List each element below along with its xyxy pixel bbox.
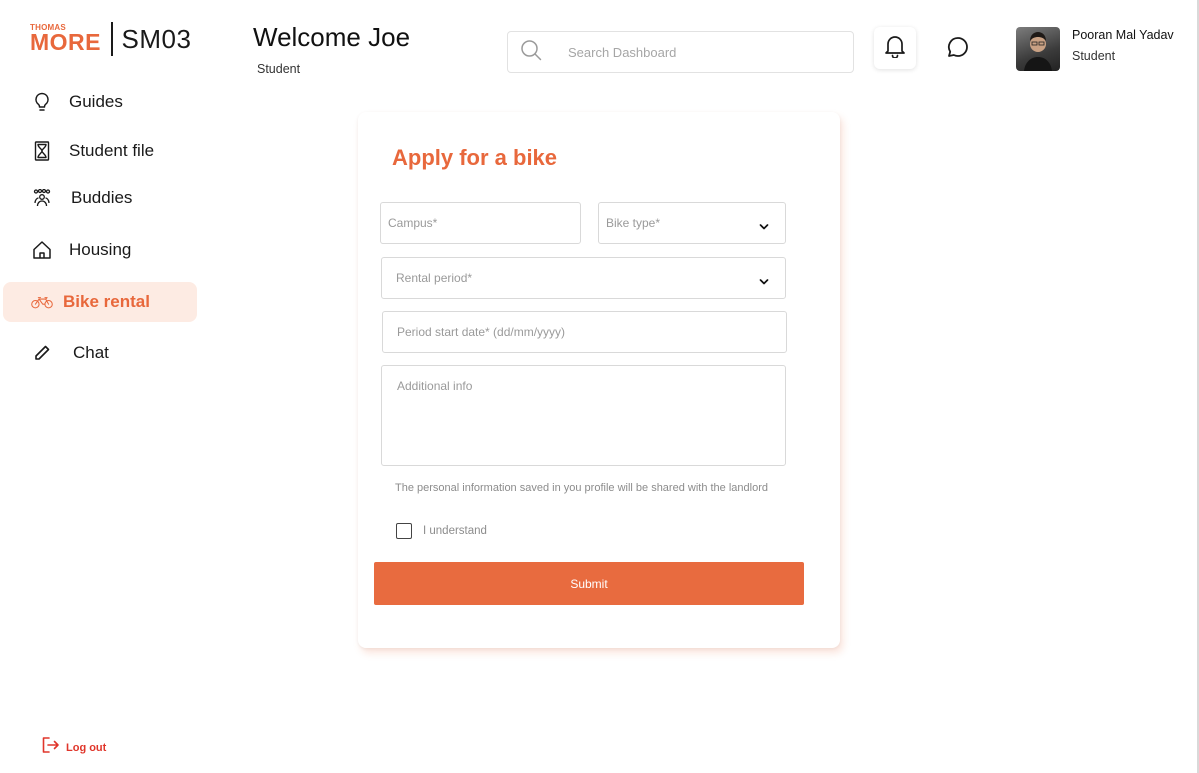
sidebar-item-label: Buddies bbox=[71, 188, 133, 207]
sidebar-item-label: Bike rental bbox=[63, 292, 150, 311]
start-date-input[interactable] bbox=[397, 325, 786, 339]
group-icon bbox=[31, 187, 53, 209]
hourglass-icon bbox=[31, 140, 53, 162]
page-subtitle: Student bbox=[257, 62, 301, 76]
logo-divider bbox=[111, 22, 113, 56]
chevron-down-icon bbox=[759, 218, 769, 236]
logout-label: Log out bbox=[66, 741, 107, 754]
checkbox-label: I understand bbox=[423, 525, 487, 537]
logout-button[interactable]: Log out bbox=[42, 737, 106, 758]
bike-type-select[interactable]: Bike type* bbox=[598, 202, 786, 244]
bike-icon bbox=[31, 291, 53, 313]
brand-logo[interactable]: THOMAS MORE SM03 bbox=[30, 22, 191, 56]
additional-info-field[interactable] bbox=[381, 365, 786, 466]
start-date-field[interactable] bbox=[382, 311, 787, 353]
chat-bubble-icon bbox=[947, 36, 969, 63]
logout-icon bbox=[42, 737, 60, 758]
sidebar-item-label: Chat bbox=[73, 343, 109, 362]
search-input[interactable] bbox=[568, 44, 828, 60]
house-icon bbox=[31, 239, 53, 261]
sidebar-item-buddies[interactable]: Buddies bbox=[3, 178, 197, 218]
understand-checkbox-row[interactable]: I understand bbox=[396, 523, 487, 539]
user-name: Pooran Mal Yadav bbox=[1072, 28, 1174, 42]
submit-button[interactable]: Submit bbox=[374, 562, 804, 605]
campus-field[interactable] bbox=[380, 202, 581, 244]
privacy-notice: The personal information saved in you pr… bbox=[395, 482, 768, 494]
rental-period-select[interactable]: Rental period* bbox=[381, 257, 786, 299]
search-icon bbox=[520, 39, 542, 66]
avatar[interactable] bbox=[1016, 27, 1060, 71]
additional-info-input[interactable] bbox=[397, 379, 785, 435]
lightbulb-icon bbox=[31, 91, 53, 113]
sidebar-item-chat[interactable]: Chat bbox=[3, 333, 197, 373]
thomas-more-logo: THOMAS MORE bbox=[30, 23, 101, 55]
understand-checkbox[interactable] bbox=[396, 523, 412, 539]
page-title: Welcome Joe bbox=[253, 22, 411, 52]
sidebar-item-label: Housing bbox=[69, 240, 132, 259]
bell-icon bbox=[884, 34, 906, 63]
sidebar-item-bike-rental[interactable]: Bike rental bbox=[3, 282, 197, 322]
sidebar-item-label: Student file bbox=[69, 141, 155, 160]
notifications-button[interactable] bbox=[874, 27, 916, 69]
user-role: Student bbox=[1072, 49, 1116, 63]
form-title: Apply for a bike bbox=[392, 145, 558, 170]
campus-input[interactable] bbox=[388, 216, 580, 230]
sidebar-item-student-file[interactable]: Student file bbox=[3, 131, 197, 171]
chevron-down-icon bbox=[759, 273, 769, 291]
sidebar-item-label: Guides bbox=[69, 92, 123, 111]
rental-period-value: Rental period* bbox=[396, 271, 473, 285]
sidebar-item-guides[interactable]: Guides bbox=[3, 82, 197, 122]
search-bar[interactable] bbox=[507, 31, 854, 73]
sidebar-item-housing[interactable]: Housing bbox=[3, 230, 197, 270]
bike-type-value: Bike type* bbox=[606, 216, 661, 230]
app-code: SM03 bbox=[121, 23, 192, 54]
pencil-icon bbox=[31, 342, 53, 364]
messages-button[interactable] bbox=[942, 33, 974, 65]
